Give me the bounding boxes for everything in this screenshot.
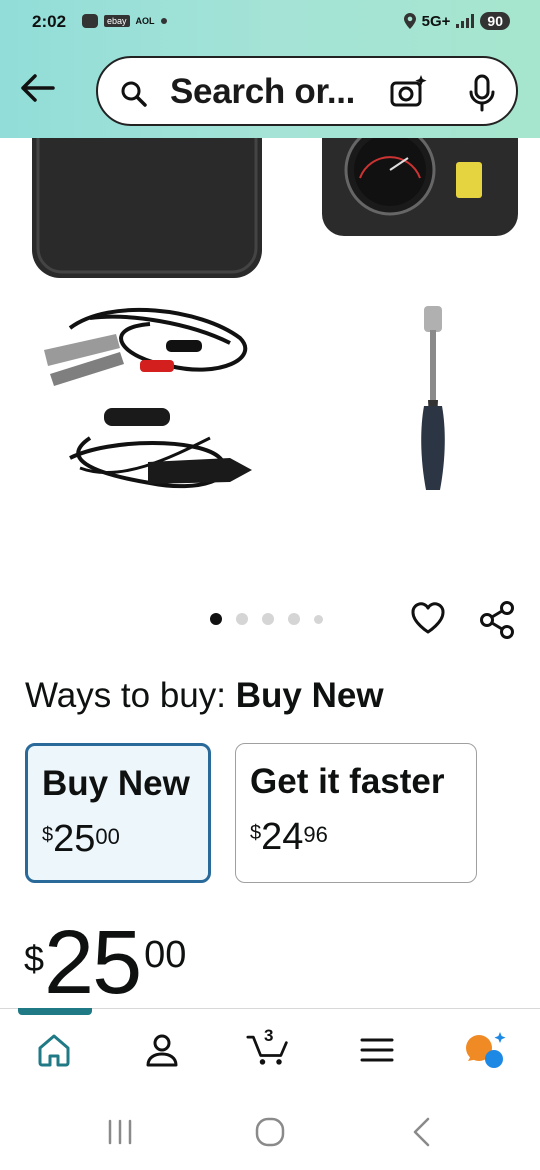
back-system-button[interactable]: [402, 1112, 442, 1152]
rufus-ai-icon: [466, 1032, 506, 1068]
notification-icons: ebay AOL: [82, 14, 167, 28]
carousel-indicator: [210, 613, 323, 625]
nav-rufus[interactable]: [464, 1028, 508, 1072]
price-currency: $: [24, 938, 45, 979]
aol-notification-icon: AOL: [135, 16, 155, 26]
battery-level: 90: [480, 12, 510, 30]
cart-count-badge: 3: [264, 1026, 274, 1045]
option-title: Buy New: [42, 764, 190, 803]
get-it-faster-option[interactable]: Get it faster $ 24 96: [235, 743, 477, 883]
account-icon: [146, 1034, 178, 1067]
more-notifications-dot: [160, 18, 167, 24]
option-price: $ 24 96: [250, 818, 462, 856]
network-type: 5G+: [421, 12, 451, 30]
microphone-icon[interactable]: [468, 74, 496, 112]
heart-icon: [411, 602, 445, 634]
carousel-dot[interactable]: [210, 613, 222, 625]
ways-to-buy-prefix: Ways to buy:: [25, 676, 226, 715]
share-button[interactable]: [478, 600, 516, 645]
price-fraction: 00: [144, 934, 187, 976]
price-whole: 24: [261, 816, 304, 858]
chevron-left-icon: [413, 1117, 430, 1147]
price-fraction: 00: [95, 824, 120, 849]
carousel-dot[interactable]: [262, 613, 274, 625]
nav-active-indicator: [18, 1008, 92, 1015]
recent-apps-icon: [108, 1119, 132, 1145]
status-bar: 2:02 ebay AOL 5G+ 90: [0, 0, 540, 46]
recent-apps-button[interactable]: [100, 1112, 140, 1152]
product-image-illustration: [32, 138, 518, 490]
menu-icon: [360, 1038, 394, 1062]
price-currency: $: [250, 822, 262, 844]
nav-account[interactable]: [140, 1028, 184, 1072]
carousel-dot[interactable]: [288, 613, 300, 625]
location-icon: [403, 13, 416, 29]
price-whole: 25: [44, 913, 142, 1013]
home-circle-icon: [255, 1117, 285, 1147]
carousel-dot[interactable]: [236, 613, 248, 625]
buy-new-option[interactable]: Buy New $ 25 00: [25, 743, 211, 883]
ways-to-buy-heading: Ways to buy: Buy New: [25, 676, 384, 716]
header-bar: 2:02 ebay AOL 5G+ 90 Search or...: [0, 0, 540, 138]
product-price: $ 25 00: [24, 918, 186, 1008]
signal-icon: [456, 14, 475, 28]
price-whole: 25: [53, 818, 96, 860]
ebay-notification-icon: ebay: [104, 15, 130, 27]
home-icon: [38, 1034, 70, 1067]
ways-to-buy-selected: Buy New: [235, 676, 384, 715]
search-icon: [121, 81, 147, 107]
add-to-list-button[interactable]: [410, 601, 446, 640]
carousel-dot[interactable]: [314, 614, 323, 624]
home-system-button[interactable]: [250, 1112, 290, 1152]
nav-menu[interactable]: [355, 1028, 399, 1072]
option-title: Get it faster: [250, 762, 445, 801]
back-button[interactable]: [18, 68, 58, 108]
product-image[interactable]: [0, 138, 540, 578]
status-right: 5G+ 90: [403, 12, 510, 30]
search-input[interactable]: Search or...: [170, 72, 355, 112]
status-time: 2:02: [32, 12, 67, 31]
price-fraction: 96: [303, 822, 328, 847]
price-currency: $: [42, 824, 54, 846]
back-arrow-icon: [21, 74, 55, 102]
option-price: $ 25 00: [42, 820, 194, 858]
search-bar[interactable]: Search or...: [96, 56, 518, 126]
nav-home[interactable]: [32, 1028, 76, 1072]
notification-app-icon: [82, 14, 98, 28]
camera-sparkle-icon[interactable]: [390, 74, 428, 110]
share-icon: [480, 601, 514, 639]
